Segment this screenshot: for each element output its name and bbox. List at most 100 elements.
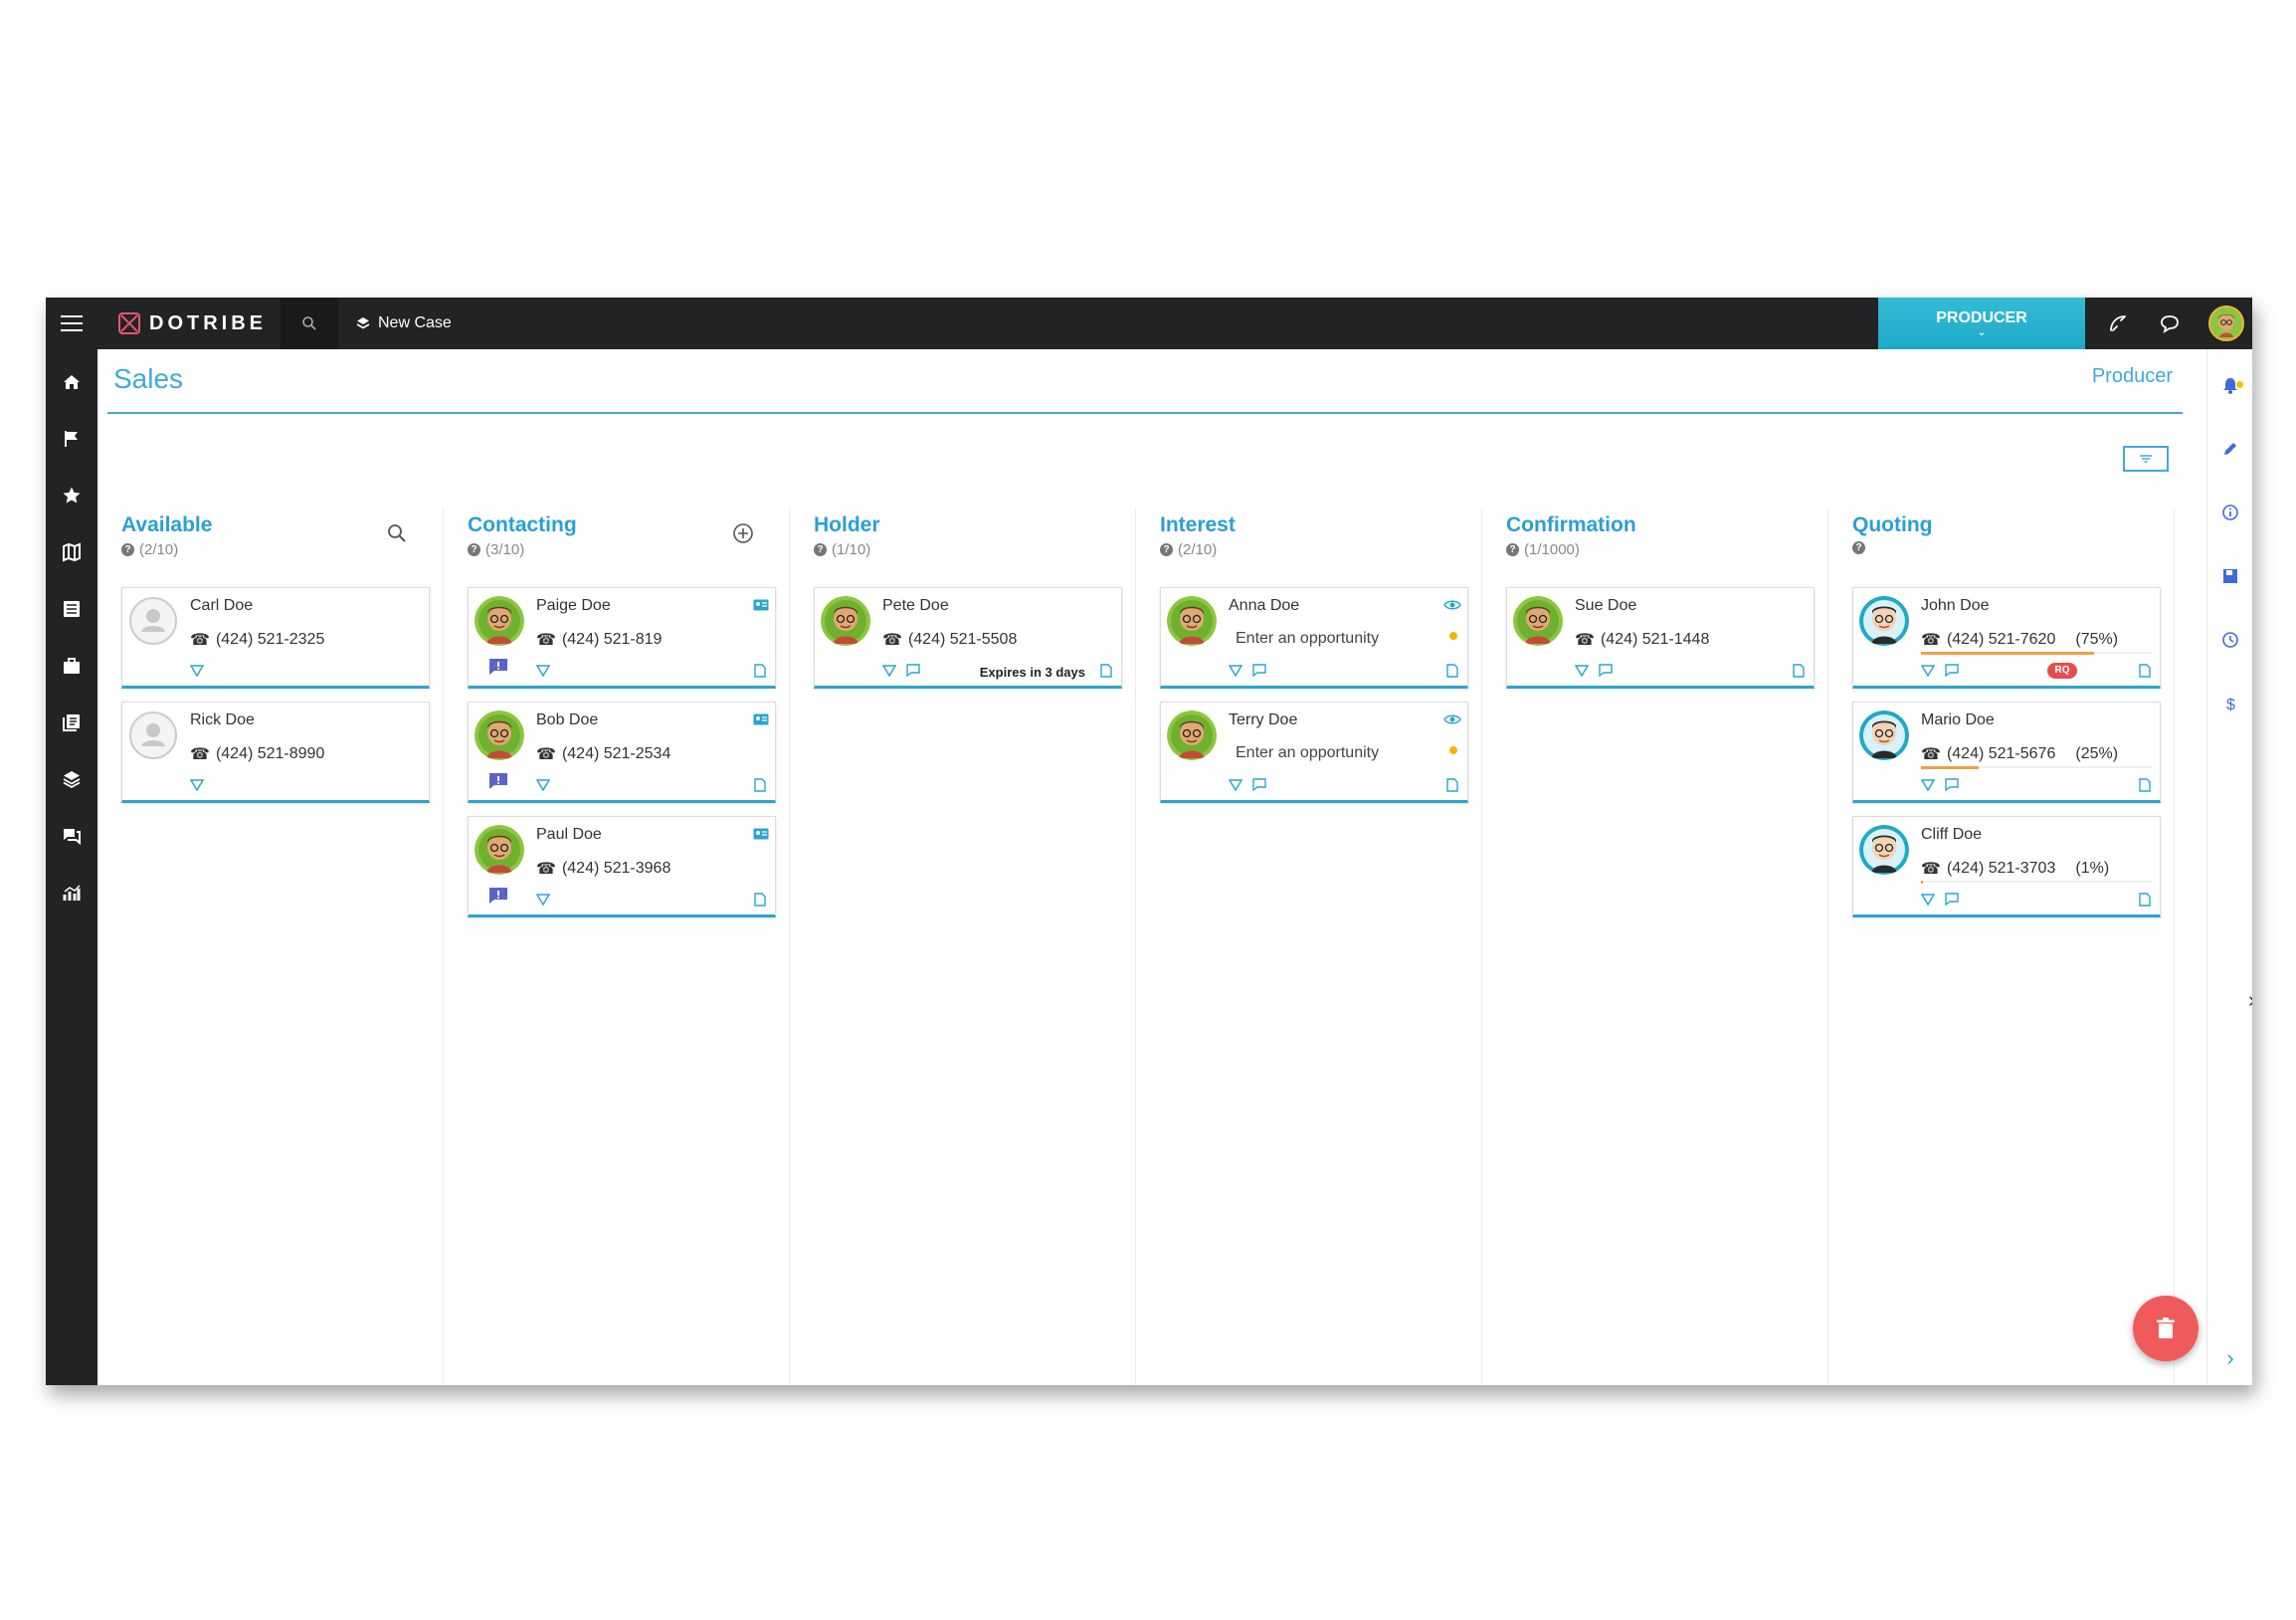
layers-icon[interactable] xyxy=(46,750,97,807)
help-icon[interactable]: ? xyxy=(1852,541,1865,554)
opportunity-field[interactable]: Enter an opportunity xyxy=(1236,744,1379,762)
lead-card[interactable]: Terry Doe Enter an opportunity xyxy=(1160,702,1468,803)
logo[interactable]: DOTRIBE xyxy=(117,298,267,349)
list-icon[interactable] xyxy=(46,580,97,637)
lead-card[interactable]: Pete Doe ☎ (424) 521-5508 Expires in 3 da… xyxy=(814,587,1122,689)
lead-card[interactable]: Rick Doe ☎ (424) 521-8990 xyxy=(121,702,430,803)
documents-icon[interactable] xyxy=(46,694,97,750)
producer-role-button[interactable]: PRODUCER ⌄ xyxy=(1878,298,2085,349)
comment-icon[interactable] xyxy=(1599,664,1613,682)
lead-card[interactable]: Sue Doe ☎ (424) 521-1448 xyxy=(1506,587,1815,689)
funnel-icon[interactable] xyxy=(881,664,897,682)
rq-badge[interactable]: RQ xyxy=(2047,663,2077,679)
funnel-icon[interactable] xyxy=(189,664,205,682)
delete-fab-button[interactable] xyxy=(2133,1296,2199,1361)
lead-phone[interactable]: ☎ (424) 521-3703 (1%) xyxy=(1921,859,2109,879)
funnel-icon[interactable] xyxy=(1920,778,1936,796)
lead-phone[interactable]: ☎ (424) 521-819 xyxy=(536,630,662,650)
lead-card[interactable]: John Doe ☎ (424) 521-7620 (75%) RQ xyxy=(1852,587,2161,689)
column-count: ? (1/10) xyxy=(814,541,880,558)
lead-phone[interactable]: ☎ (424) 521-3968 xyxy=(536,859,670,879)
message-alert-icon[interactable] xyxy=(488,658,508,681)
contact-card-icon[interactable] xyxy=(753,712,769,730)
document-icon[interactable] xyxy=(2138,664,2152,683)
eye-icon[interactable] xyxy=(1443,598,1461,616)
lead-card[interactable]: Paul Doe ☎ (424) 521-3968 xyxy=(468,816,776,917)
lead-phone[interactable]: ☎ (424) 521-8990 xyxy=(190,744,324,764)
filter-button[interactable] xyxy=(2123,446,2169,472)
funnel-icon[interactable] xyxy=(189,778,205,796)
lead-phone[interactable]: ☎ (424) 521-1448 xyxy=(1575,630,1709,650)
message-alert-icon[interactable] xyxy=(488,772,508,795)
funnel-icon[interactable] xyxy=(1228,664,1244,682)
funnel-icon[interactable] xyxy=(535,893,551,911)
lead-card[interactable]: Cliff Doe ☎ (424) 521-3703 (1%) xyxy=(1852,816,2161,917)
lead-phone[interactable]: ☎ (424) 521-7620 (75%) xyxy=(1921,630,2118,650)
map-icon[interactable] xyxy=(46,523,97,580)
help-icon[interactable]: ? xyxy=(1160,543,1173,556)
document-icon[interactable] xyxy=(1792,664,1806,683)
producer-link[interactable]: Producer xyxy=(2092,365,2173,388)
contact-card-icon[interactable] xyxy=(753,827,769,845)
lead-phone[interactable]: ☎ (424) 521-2325 xyxy=(190,630,324,650)
document-icon[interactable] xyxy=(1099,664,1113,683)
help-icon[interactable]: ? xyxy=(121,543,134,556)
chevron-right-icon[interactable]: › xyxy=(2207,1345,2252,1371)
user-avatar[interactable] xyxy=(2208,305,2244,341)
funnel-icon[interactable] xyxy=(1920,664,1936,682)
edit-icon[interactable] xyxy=(2207,417,2252,481)
funnel-icon[interactable] xyxy=(1574,664,1590,682)
comment-icon[interactable] xyxy=(1945,664,1959,682)
lead-card[interactable]: Paige Doe ☎ (424) 521-819 xyxy=(468,587,776,689)
comment-icon[interactable] xyxy=(1252,664,1266,682)
help-icon[interactable]: ? xyxy=(468,543,480,556)
add-circle-icon[interactable] xyxy=(732,522,754,549)
eye-icon[interactable] xyxy=(1443,712,1461,730)
clock-icon[interactable] xyxy=(2207,608,2252,672)
flag-icon[interactable] xyxy=(46,410,97,467)
lead-phone[interactable]: ☎ (424) 521-5508 xyxy=(882,630,1017,650)
star-icon[interactable] xyxy=(46,467,97,523)
lead-phone[interactable]: ☎ (424) 521-2534 xyxy=(536,744,670,764)
menu-icon[interactable] xyxy=(46,298,97,349)
message-alert-icon[interactable] xyxy=(488,887,508,910)
briefcase-icon[interactable] xyxy=(46,637,97,694)
contact-card-icon[interactable] xyxy=(753,598,769,616)
funnel-icon[interactable] xyxy=(1920,893,1936,911)
opportunity-field[interactable]: Enter an opportunity xyxy=(1236,630,1379,648)
comment-icon[interactable] xyxy=(1945,778,1959,796)
lead-phone[interactable]: ☎ (424) 521-5676 (25%) xyxy=(1921,744,2118,764)
help-icon[interactable]: ? xyxy=(1506,543,1519,556)
chat-icon[interactable] xyxy=(2157,310,2183,336)
document-icon[interactable] xyxy=(2138,778,2152,797)
funnel-icon[interactable] xyxy=(1228,778,1244,796)
document-icon[interactable] xyxy=(753,664,767,683)
funnel-icon[interactable] xyxy=(535,664,551,682)
help-icon[interactable]: ? xyxy=(814,543,827,556)
funnel-icon[interactable] xyxy=(535,778,551,796)
messages-icon[interactable] xyxy=(46,807,97,864)
lead-card[interactable]: Mario Doe ☎ (424) 521-5676 (25%) xyxy=(1852,702,2161,803)
document-icon[interactable] xyxy=(753,778,767,797)
info-icon[interactable] xyxy=(2207,481,2252,544)
document-icon[interactable] xyxy=(2138,893,2152,911)
analytics-icon[interactable] xyxy=(46,864,97,920)
lead-card[interactable]: Carl Doe ☎ (424) 521-2325 xyxy=(121,587,430,689)
document-icon[interactable] xyxy=(1445,778,1459,797)
comment-icon[interactable] xyxy=(1252,778,1266,796)
notification-bell-icon[interactable] xyxy=(2207,353,2252,417)
lead-card[interactable]: Bob Doe ☎ (424) 521-2534 xyxy=(468,702,776,803)
new-case-button[interactable]: New Case xyxy=(356,314,452,332)
comment-icon[interactable] xyxy=(1945,893,1959,911)
document-icon[interactable] xyxy=(1445,664,1459,683)
save-icon[interactable] xyxy=(2207,544,2252,608)
dollar-icon[interactable]: $ xyxy=(2207,672,2252,735)
document-icon[interactable] xyxy=(753,893,767,911)
home-icon[interactable] xyxy=(46,353,97,410)
search-icon[interactable] xyxy=(281,298,338,349)
lead-card[interactable]: Anna Doe Enter an opportunity xyxy=(1160,587,1468,689)
scroll-right-icon[interactable]: › xyxy=(2248,987,2252,1013)
search-icon[interactable] xyxy=(386,522,408,549)
phone-icon[interactable] xyxy=(2105,310,2131,336)
comment-icon[interactable] xyxy=(906,664,920,682)
